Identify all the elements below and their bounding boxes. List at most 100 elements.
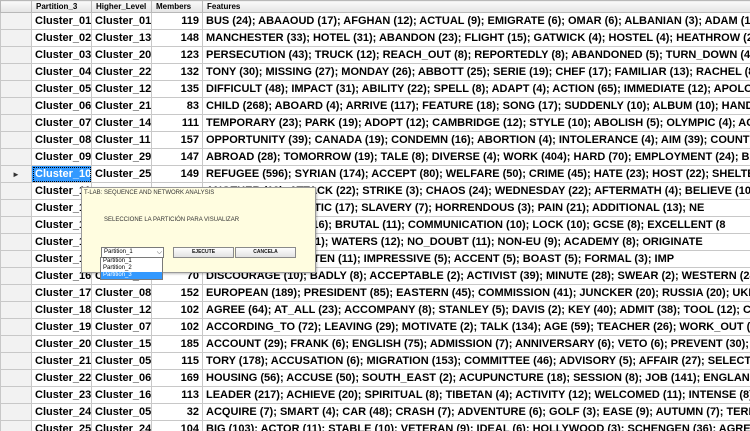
partition-option-3[interactable]: Partition_3 [101, 272, 162, 279]
table-row[interactable]: Cluster_06 Cluster_21 83 CHILD (268); ABOAR… [0, 97, 750, 115]
cell-partition[interactable]: Cluster_22 [31, 369, 92, 387]
cell-members[interactable]: 83 [151, 97, 203, 115]
cell-members[interactable]: 119 [151, 12, 203, 30]
row-selector[interactable] [0, 420, 32, 431]
cell-higher-level[interactable]: Cluster_20 [91, 46, 152, 64]
cell-partition[interactable]: Cluster_20 [31, 335, 92, 353]
cell-members[interactable]: 111 [151, 114, 203, 132]
cell-higher-level[interactable]: Cluster_11 [91, 131, 152, 149]
cell-partition[interactable]: Cluster_09 [31, 148, 92, 166]
cell-partition[interactable]: Cluster_08 [31, 131, 92, 149]
cell-partition[interactable]: Cluster_05 [31, 80, 92, 98]
table-row[interactable]: Cluster_22 Cluster_06 169 HOUSING (56); ACC… [0, 369, 750, 387]
column-header-members[interactable]: Members [151, 0, 203, 13]
cell-features[interactable]: DIFFICULT (48); IMPACT (31); ABILITY (22… [202, 80, 750, 98]
cell-higher-level[interactable]: Cluster_05 [91, 403, 152, 421]
cell-members[interactable]: 102 [151, 301, 203, 319]
cell-partition[interactable]: Cluster_19 [31, 318, 92, 336]
cell-partition[interactable]: Cluster_18 [31, 301, 92, 319]
execute-button[interactable]: EJECUTE [173, 247, 234, 258]
cell-features[interactable]: TORY (178); ACCUSATION (6); MIGRATION (1… [202, 352, 750, 370]
row-selector[interactable] [0, 352, 32, 370]
cell-features[interactable]: MANCHESTER (33); HOTEL (31); ABANDON (23… [202, 29, 750, 47]
table-row[interactable]: Cluster_09 Cluster_29 147 ABROAD (28); TOMO… [0, 148, 750, 166]
row-selector[interactable] [0, 199, 32, 217]
table-row[interactable]: Cluster_21 Cluster_05 115 TORY (178); ACCUS… [0, 352, 750, 370]
row-selector[interactable] [0, 29, 32, 47]
table-row[interactable]: Cluster_04 Cluster_22 132 TONY (30); MISSIN… [0, 63, 750, 81]
table-row[interactable]: ► Cluster_10 Cluster_25 149 REFUGEE (596); S… [0, 165, 750, 183]
cell-higher-level[interactable]: Cluster_14 [91, 114, 152, 132]
row-selector[interactable]: ► [0, 165, 32, 183]
cell-members[interactable]: 157 [151, 131, 203, 149]
cell-partition[interactable]: Cluster_21 [31, 352, 92, 370]
table-row[interactable]: Cluster_25 Cluster_24 104 BIG (103); ACTOR … [0, 420, 750, 431]
cell-higher-level[interactable]: Cluster_12 [91, 80, 152, 98]
row-selector[interactable] [0, 12, 32, 30]
cell-higher-level[interactable]: Cluster_22 [91, 63, 152, 81]
cell-features[interactable]: CHILD (268); ABOARD (4); ARRIVE (117); F… [202, 97, 750, 115]
cell-members[interactable]: 152 [151, 284, 203, 302]
cell-higher-level[interactable]: Cluster_15 [91, 335, 152, 353]
row-selector[interactable] [0, 318, 32, 336]
table-row[interactable]: Cluster_23 Cluster_16 113 LEADER (217); ACH… [0, 386, 750, 404]
cell-features[interactable]: PERSECUTION (43); TRUCK (12); REACH_OUT … [202, 46, 750, 64]
table-row[interactable]: Cluster_03 Cluster_20 123 PERSECUTION (43);… [0, 46, 750, 64]
row-selector[interactable] [0, 97, 32, 115]
cell-partition[interactable]: Cluster_23 [31, 386, 92, 404]
cell-members[interactable]: 147 [151, 148, 203, 166]
row-selector[interactable] [0, 250, 32, 268]
cell-partition[interactable]: Cluster_25 [31, 420, 92, 431]
table-row[interactable]: Cluster_17 Cluster_08 152 EUROPEAN (189); P… [0, 284, 750, 302]
cell-partition[interactable]: Cluster_04 [31, 63, 92, 81]
cell-features[interactable]: BIG (103); ACTOR (11); STABLE (10); VETE… [202, 420, 750, 431]
table-row[interactable]: Cluster_05 Cluster_12 135 DIFFICULT (48); I… [0, 80, 750, 98]
row-selector[interactable] [0, 267, 32, 285]
cell-members[interactable]: 135 [151, 80, 203, 98]
row-selector[interactable] [0, 284, 32, 302]
column-header-higher-level[interactable]: Higher_Level [91, 0, 152, 13]
cell-partition[interactable]: Cluster_10 [31, 165, 92, 183]
cell-higher-level[interactable]: Cluster_05 [91, 352, 152, 370]
table-row[interactable]: Cluster_18 Cluster_12 102 AGREE (64); AT_AL… [0, 301, 750, 319]
cell-features[interactable]: ACCORDING_TO (72); LEAVING (29); MOTIVAT… [202, 318, 750, 336]
chevron-down-icon[interactable]: ⌵ [157, 248, 162, 257]
cell-higher-level[interactable]: Cluster_07 [91, 318, 152, 336]
cell-members[interactable]: 149 [151, 165, 203, 183]
cell-partition[interactable]: Cluster_17 [31, 284, 92, 302]
column-header-partition[interactable]: Partition_3 [31, 0, 92, 13]
cell-higher-level[interactable]: Cluster_16 [91, 386, 152, 404]
cell-higher-level[interactable]: Cluster_24 [91, 420, 152, 431]
cell-partition[interactable]: Cluster_07 [31, 114, 92, 132]
row-selector[interactable] [0, 46, 32, 64]
table-row[interactable]: Cluster_19 Cluster_07 102 ACCORDING_TO (72)… [0, 318, 750, 336]
row-selector[interactable] [0, 403, 32, 421]
row-selector[interactable] [0, 131, 32, 149]
cell-members[interactable]: 102 [151, 318, 203, 336]
cell-features[interactable]: TONY (30); MISSING (27); MONDAY (26); AB… [202, 63, 750, 81]
table-row[interactable]: Cluster_07 Cluster_14 111 TEMPORARY (23); P… [0, 114, 750, 132]
cell-higher-level[interactable]: Cluster_12 [91, 301, 152, 319]
row-selector[interactable] [0, 216, 32, 234]
cell-features[interactable]: ABROAD (28); TOMORROW (19); TALE (8); DI… [202, 148, 750, 166]
row-selector[interactable] [0, 63, 32, 81]
cell-partition[interactable]: Cluster_24 [31, 403, 92, 421]
cell-higher-level[interactable]: Cluster_21 [91, 97, 152, 115]
cell-members[interactable]: 113 [151, 386, 203, 404]
cell-higher-level[interactable]: Cluster_25 [91, 165, 152, 183]
cell-partition[interactable]: Cluster_02 [31, 29, 92, 47]
cell-members[interactable]: 185 [151, 335, 203, 353]
cell-higher-level[interactable]: Cluster_01 [91, 12, 152, 30]
cell-features[interactable]: OPPORTUNITY (39); CANADA (19); CONDEMN (… [202, 131, 750, 149]
table-row[interactable]: Cluster_20 Cluster_15 185 ACCOUNT (29); FRA… [0, 335, 750, 353]
cell-features[interactable]: ACQUIRE (7); SMART (4); CAR (48); CRASH … [202, 403, 750, 421]
row-selector[interactable] [0, 80, 32, 98]
table-row[interactable]: Cluster_02 Cluster_13 148 MANCHESTER (33); … [0, 29, 750, 47]
cell-features[interactable]: TEMPORARY (23); PARK (19); ADOPT (12); C… [202, 114, 750, 132]
cell-features[interactable]: LEADER (217); ACHIEVE (20); SPIRITUAL (8… [202, 386, 750, 404]
cell-higher-level[interactable]: Cluster_13 [91, 29, 152, 47]
cell-partition[interactable]: Cluster_01 [31, 12, 92, 30]
cell-higher-level[interactable]: Cluster_08 [91, 284, 152, 302]
cell-features[interactable]: EUROPEAN (189); PRESIDENT (85); EASTERN … [202, 284, 750, 302]
cell-features[interactable]: ACCOUNT (29); FRANK (6); ENGLISH (75); A… [202, 335, 750, 353]
